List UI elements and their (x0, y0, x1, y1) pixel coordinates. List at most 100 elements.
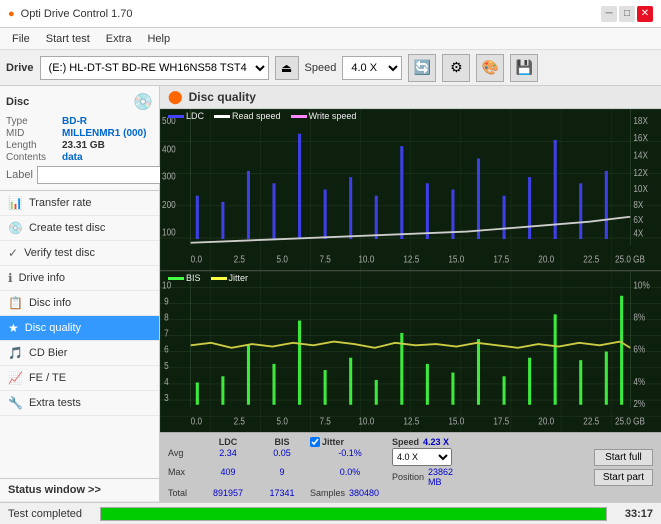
menu-start-test[interactable]: Start test (38, 31, 98, 47)
sidebar-item-disc-quality[interactable]: ★ Disc quality (0, 316, 159, 341)
svg-text:2.5: 2.5 (234, 254, 245, 265)
legend-jitter: Jitter (211, 273, 249, 283)
disc-length-value: 23.31 GB (62, 140, 105, 151)
disc-contents-value: data (62, 152, 83, 163)
samples-value: 380480 (349, 488, 379, 498)
start-full-button[interactable]: Start full (594, 449, 653, 466)
drive-info-icon: ℹ (8, 271, 13, 285)
svg-text:2.5: 2.5 (234, 416, 245, 427)
sidebar-item-extra-tests[interactable]: 🔧 Extra tests (0, 391, 159, 416)
sidebar-item-cd-bier[interactable]: 🎵 CD Bier (0, 341, 159, 366)
sidebar-item-disc-quality-label: Disc quality (25, 322, 81, 334)
disc-quality-title: Disc quality (189, 90, 256, 104)
speed-header-label: Speed (392, 437, 419, 447)
drive-select[interactable]: (E:) HL-DT-ST BD-RE WH16NS58 TST4 (40, 56, 269, 80)
sidebar-item-extra-tests-label: Extra tests (29, 397, 81, 409)
maximize-button[interactable]: □ (619, 6, 635, 22)
disc-mid-value: MILLENMR1 (000) (62, 128, 146, 139)
window-controls: ─ □ ✕ (601, 6, 653, 22)
menubar: File Start test Extra Help (0, 28, 661, 50)
max-ldc: 409 (202, 467, 254, 487)
jitter-checkbox[interactable] (310, 437, 320, 447)
disc-type-value: BD-R (62, 116, 87, 127)
svg-text:10X: 10X (633, 183, 648, 194)
app-title: Opti Drive Control 1.70 (21, 8, 133, 20)
svg-text:20.0: 20.0 (538, 254, 554, 265)
disc-type-row: Type BD-R (6, 116, 153, 127)
progress-bar-fill (101, 508, 606, 520)
refresh-button[interactable]: 🔄 (408, 54, 436, 82)
app-logo: ● (8, 8, 15, 20)
disc-info-icon: 📋 (8, 296, 23, 310)
svg-text:9: 9 (164, 296, 169, 307)
save-button[interactable]: 💾 (510, 54, 538, 82)
avg-jitter: -0.1% (310, 448, 390, 466)
svg-text:200: 200 (162, 199, 176, 210)
speed-select[interactable]: 4.0 X 2.0 X 8.0 X (342, 56, 402, 80)
svg-text:7.5: 7.5 (320, 416, 331, 427)
disc-label-input[interactable] (37, 166, 175, 184)
stats-ldc-header: LDC (202, 437, 254, 447)
svg-text:15.0: 15.0 (448, 416, 464, 427)
stats-bis-header: BIS (256, 437, 308, 447)
disc-quality-icon: ★ (8, 321, 19, 335)
time-display: 33:17 (625, 508, 653, 520)
content-area: ⬤ Disc quality LDC Read speed (160, 86, 661, 502)
sidebar-item-transfer-rate[interactable]: 📊 Transfer rate (0, 191, 159, 216)
titlebar-left: ● Opti Drive Control 1.70 (8, 8, 133, 20)
sidebar-item-create-test-disc[interactable]: 💿 Create test disc (0, 216, 159, 241)
create-test-disc-icon: 💿 (8, 221, 23, 235)
max-jitter: 0.0% (310, 467, 390, 487)
sidebar-item-drive-info[interactable]: ℹ Drive info (0, 266, 159, 291)
close-button[interactable]: ✕ (637, 6, 653, 22)
color-button[interactable]: 🎨 (476, 54, 504, 82)
sidebar-item-create-test-disc-label: Create test disc (29, 222, 105, 234)
chart-bis: BIS Jitter (160, 271, 661, 432)
svg-text:8: 8 (164, 312, 169, 323)
legend-bis: BIS (168, 273, 201, 283)
settings-button[interactable]: ⚙ (442, 54, 470, 82)
svg-text:8%: 8% (633, 312, 645, 323)
speed-final-select[interactable]: 4.0 X (392, 448, 452, 466)
fe-te-icon: 📈 (8, 371, 23, 385)
eject-button[interactable]: ⏏ (275, 56, 299, 80)
menu-help[interactable]: Help (139, 31, 178, 47)
chart-area: LDC Read speed Write speed (160, 109, 661, 502)
sidebar-item-verify-test-disc[interactable]: ✓ Verify test disc (0, 241, 159, 266)
chart-ldc-legend: LDC Read speed Write speed (168, 111, 356, 121)
stats-buttons: Start full Start part (594, 449, 653, 486)
stats-blank (168, 437, 200, 447)
total-bis: 17341 (256, 488, 308, 498)
svg-text:400: 400 (162, 144, 176, 155)
disc-mid-label: MID (6, 128, 58, 139)
start-part-button[interactable]: Start part (594, 469, 653, 486)
svg-text:5.0: 5.0 (277, 416, 288, 427)
status-text: Test completed (8, 508, 82, 520)
sidebar-item-disc-info[interactable]: 📋 Disc info (0, 291, 159, 316)
main-area: Disc 💿 Type BD-R MID MILLENMR1 (000) Len… (0, 86, 661, 502)
svg-text:12X: 12X (633, 167, 648, 178)
disc-title: Disc (6, 96, 29, 108)
menu-extra[interactable]: Extra (98, 31, 140, 47)
avg-label: Avg (168, 448, 200, 466)
menu-file[interactable]: File (4, 31, 38, 47)
samples-label: Samples (310, 488, 345, 498)
progress-bar-container (100, 507, 607, 521)
svg-text:22.5: 22.5 (583, 254, 599, 265)
svg-text:6: 6 (164, 344, 169, 355)
svg-text:6%: 6% (633, 344, 645, 355)
sidebar-item-cd-bier-label: CD Bier (29, 347, 68, 359)
max-label: Max (168, 467, 200, 487)
sidebar-item-fe-te-label: FE / TE (29, 372, 66, 384)
minimize-button[interactable]: ─ (601, 6, 617, 22)
sidebar-item-status-window[interactable]: Status window >> (0, 478, 159, 502)
svg-text:6X: 6X (633, 214, 643, 225)
total-label: Total (168, 488, 200, 498)
svg-text:15.0: 15.0 (448, 254, 464, 265)
disc-header: Disc 💿 (6, 92, 153, 112)
sidebar-item-fe-te[interactable]: 📈 FE / TE (0, 366, 159, 391)
disc-panel: Disc 💿 Type BD-R MID MILLENMR1 (000) Len… (0, 86, 159, 191)
avg-bis: 0.05 (256, 448, 308, 466)
sidebar-item-drive-info-label: Drive info (19, 272, 65, 284)
svg-text:100: 100 (162, 227, 176, 238)
